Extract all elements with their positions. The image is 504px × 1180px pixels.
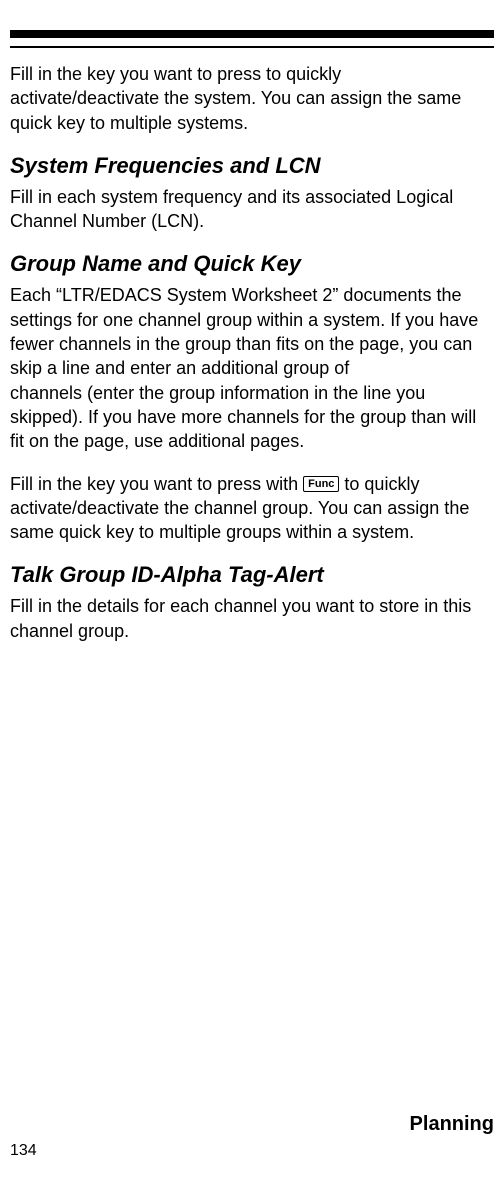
header-rule-thick bbox=[10, 30, 494, 38]
group-body2-pre: Fill in the key you want to press with bbox=[10, 474, 303, 494]
paragraph-group-body2: Fill in the key you want to press with F… bbox=[10, 472, 494, 545]
header-rule-thin bbox=[10, 46, 494, 48]
page-footer: Planning 134 bbox=[10, 1113, 494, 1160]
heading-system-frequencies: System Frequencies and LCN bbox=[10, 153, 494, 179]
intro-paragraph: Fill in the key you want to press to qui… bbox=[10, 62, 494, 135]
heading-group-name: Group Name and Quick Key bbox=[10, 251, 494, 277]
page-number: 134 bbox=[10, 1142, 494, 1160]
paragraph-group-body1: Each “LTR/EDACS System Worksheet 2” docu… bbox=[10, 283, 494, 453]
paragraph-system-frequencies: Fill in each system frequency and its as… bbox=[10, 185, 494, 234]
heading-talk-group: Talk Group ID-Alpha Tag-Alert bbox=[10, 562, 494, 588]
func-key-icon: Func bbox=[303, 476, 339, 492]
paragraph-talk-group: Fill in the details for each channel you… bbox=[10, 594, 494, 643]
footer-section-title: Planning bbox=[10, 1113, 494, 1136]
